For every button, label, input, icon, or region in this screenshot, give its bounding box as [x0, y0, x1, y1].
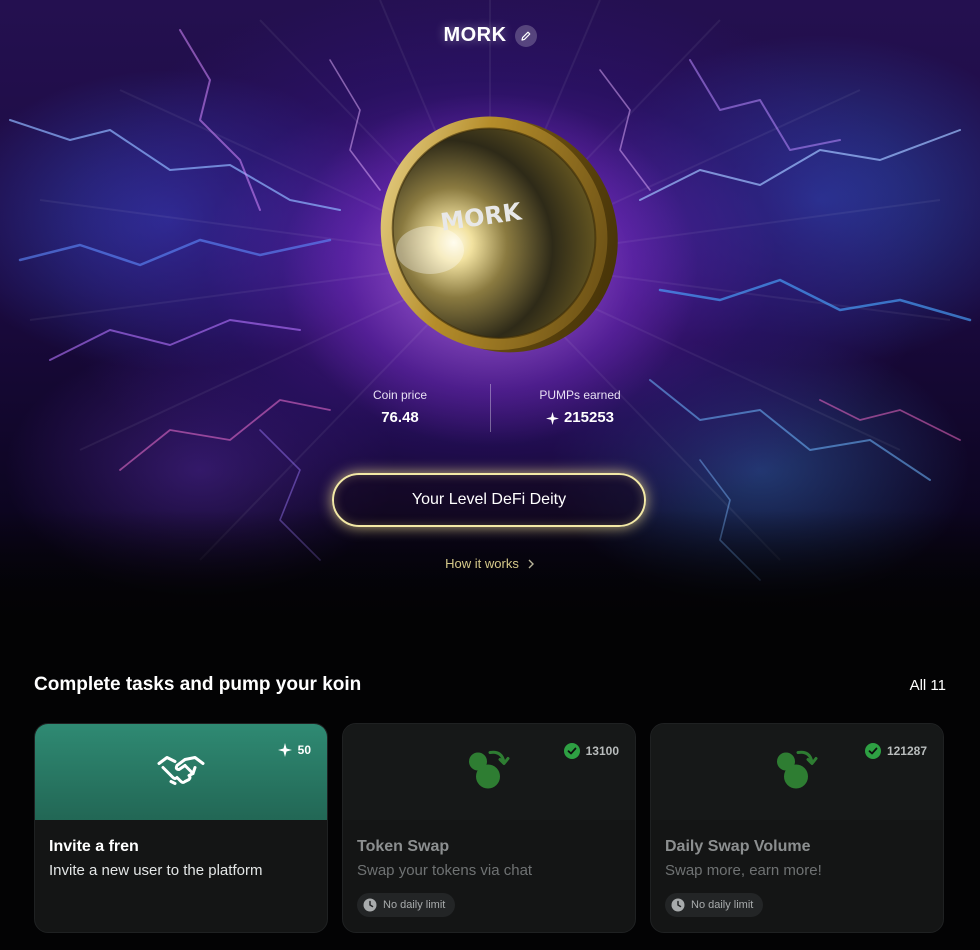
- all-tasks-link[interactable]: All 11: [910, 677, 946, 694]
- daily-limit-label: No daily limit: [691, 899, 754, 911]
- coin-price-value: 76.48: [381, 409, 419, 426]
- task-title: Token Swap: [357, 838, 450, 855]
- reward-badge: 121287: [864, 743, 927, 759]
- task-title: Invite a fren: [49, 838, 139, 855]
- level-button[interactable]: Your Level DeFi Deity: [332, 473, 646, 527]
- pumps-earned-value: 215253: [563, 409, 615, 426]
- check-circle-icon: [563, 743, 580, 759]
- pumps-earned-label: PUMPs earned: [539, 388, 621, 402]
- chevron-right-icon: [528, 559, 534, 568]
- how-it-works-link[interactable]: How it works: [0, 556, 980, 571]
- reward-value: 50: [297, 743, 311, 757]
- task-description: Swap more, earn more!: [665, 862, 822, 879]
- app-screen: MORK MORK Coin price 76.48 PUMPs earned …: [0, 0, 980, 950]
- task-title: Daily Swap Volume: [665, 838, 811, 855]
- reward-value: 13100: [585, 744, 619, 758]
- pumps-earned-stat: PUMPs earned 215253: [490, 384, 670, 430]
- clock-icon: [363, 898, 377, 912]
- page-title: MORK: [443, 24, 507, 46]
- check-circle-icon: [864, 743, 881, 759]
- sparkle-icon: [277, 743, 292, 757]
- how-it-works-label: How it works: [445, 556, 519, 571]
- sparkle-icon: [545, 411, 559, 425]
- swap-coins-icon: [774, 747, 820, 798]
- task-card-header: 121287: [651, 724, 943, 820]
- coin-image[interactable]: MORK: [360, 100, 630, 370]
- stats-row: Coin price 76.48 PUMPs earned 215253: [0, 384, 980, 436]
- hero-section: MORK MORK Coin price 76.48 PUMPs earned …: [0, 0, 980, 640]
- task-description: Invite a new user to the platform: [49, 862, 263, 879]
- task-cards: 50 Invite a fren Invite a new user to th…: [34, 723, 946, 935]
- swap-coins-icon: [466, 747, 512, 798]
- coin-price-label: Coin price: [372, 388, 428, 402]
- task-description: Swap your tokens via chat: [357, 862, 533, 879]
- task-card-token-swap[interactable]: 13100 Token Swap Swap your tokens via ch…: [342, 723, 636, 933]
- reward-value: 121287: [886, 744, 927, 758]
- reward-badge: 13100: [563, 743, 619, 759]
- coin-price-stat: Coin price 76.48: [310, 384, 490, 430]
- task-card-header: 13100: [343, 724, 635, 820]
- pencil-icon[interactable]: [514, 24, 537, 47]
- tasks-title: Complete tasks and pump your koin: [34, 674, 362, 695]
- daily-limit-label: No daily limit: [383, 899, 446, 911]
- tasks-header: Complete tasks and pump your koin All 11: [34, 674, 946, 696]
- reward-badge: 50: [277, 743, 311, 757]
- daily-limit-chip: No daily limit: [665, 893, 764, 917]
- daily-limit-chip: No daily limit: [357, 893, 456, 917]
- task-card-daily-swap-volume[interactable]: 121287 Daily Swap Volume Swap more, earn…: [650, 723, 944, 933]
- task-card-header: 50: [35, 724, 327, 820]
- clock-icon: [671, 898, 685, 912]
- title-row: MORK: [0, 24, 980, 47]
- handshake-icon: [155, 750, 207, 795]
- task-card-invite[interactable]: 50 Invite a fren Invite a new user to th…: [34, 723, 328, 933]
